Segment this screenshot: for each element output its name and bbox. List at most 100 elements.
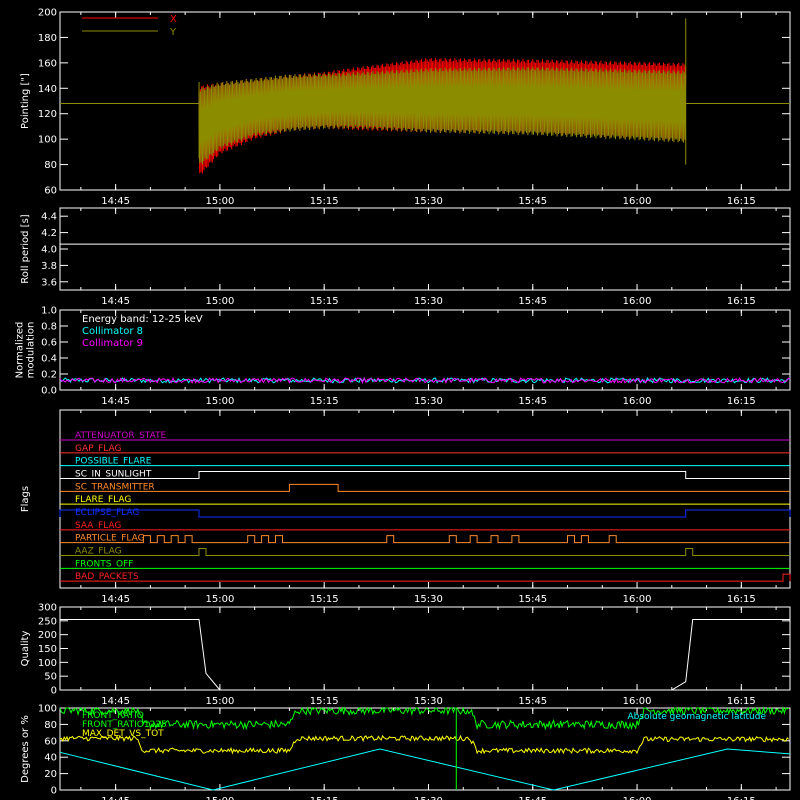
flags-xtick-label: 16:00 [623,594,652,605]
ratios-xtick-label: 14:45 [101,796,130,800]
roll-xtick-label: 15:15 [310,296,339,307]
quality-xtick-label: 16:15 [727,696,756,707]
quality-ytick-label: 0 [51,686,57,697]
flag-line-particle-flag [60,535,790,544]
ratios-xtick-label: 15:00 [205,796,234,800]
ratios-legend-2: MAX_DET_VS_TOT [82,729,164,739]
quality-ytick-label: 200 [38,630,57,641]
ratios-xtick-label: 15:45 [518,796,547,800]
pointing-xtick-label: 14:45 [101,196,130,207]
modulation-xtick-label: 15:15 [310,396,339,407]
flag-label-bad-packets: BAD_PACKETS [75,572,139,582]
flag-label-particle-flag: PARTICLE_FLAG [75,534,145,544]
modulation-ytick-label: 0.0 [41,386,57,397]
flag-label-possible-flare: POSSIBLE_FLARE [75,457,152,467]
ratios-xtick-label: 15:15 [310,796,339,800]
flag-line-aaz-flag [60,548,790,556]
flag-label-fronts-off: FRONTS_OFF [75,559,133,569]
quality-ytick-label: 50 [44,672,57,683]
roll-xtick-label: 15:30 [414,296,443,307]
roll-xtick-label: 16:00 [623,296,652,307]
flag-label-gap-flag: GAP_FLAG [75,444,121,454]
flag-label-flare-flag: FLARE_FLAG [75,495,131,505]
modulation-ytick-label: 0.2 [41,370,57,381]
flags-xtick-label: 15:45 [518,594,547,605]
roll-xtick-label: 14:45 [101,296,130,307]
pointing-xtick-label: 15:30 [414,196,443,207]
pointing-xtick-label: 15:45 [518,196,547,207]
roll-ylabel: Roll period [s] [20,214,31,283]
modulation-xtick-label: 16:00 [623,396,652,407]
flags-xtick-label: 14:45 [101,594,130,605]
modulation-xtick-label: 15:30 [414,396,443,407]
quality-ylabel: Quality [20,631,31,667]
flag-label-attenuator-state: ATTENUATOR_STATE [75,431,167,441]
ratios-series-absolute-geomagnetic-latitude [59,748,791,791]
roll-ytick-label: 3.8 [41,261,57,272]
pointing-series-y [198,66,687,165]
quality-xtick-label: 15:15 [310,696,339,707]
flags-xtick-label: 15:15 [310,594,339,605]
modulation-legend-0: Energy band: 12-25 keV [82,314,203,325]
pointing-xtick-label: 16:00 [623,196,652,207]
modulation-legend-1: Collimator 8 [82,326,143,337]
pointing-xtick-label: 15:00 [205,196,234,207]
flag-line-bad-packets [60,573,791,582]
modulation-ytick-label: 1.0 [41,306,57,317]
chart-root: 14:45 15:00 15:15 15:30 15:45 16:00 16:15 60 80 1… [0,0,800,800]
flag-label-sc-in-sunlight: SC_IN_SUNLIGHT [75,470,152,480]
pointing-ytick-label: 80 [44,160,57,171]
roll-frame [59,207,791,291]
flags-xtick-label: 15:30 [414,594,443,605]
chart-canvas: 14:45 15:00 15:15 15:30 15:45 16:00 16:15 60 80 1… [15,8,791,800]
quality-ytick-label: 100 [38,658,57,669]
legend-label-y: Y [169,27,177,38]
flag-line-sc-transmitter [60,483,790,492]
ratios-xtick-label: 16:00 [623,796,652,800]
roll-ytick-label: 3.6 [41,277,57,288]
pointing-ytick-label: 160 [38,58,57,69]
modulation-xtick-label: 14:45 [101,396,130,407]
ratios-ytick-label: 20 [44,769,57,780]
quality-ytick-label: 250 [38,616,57,627]
ratios-ytick-label: 40 [44,753,57,764]
legend-label-x: X [170,14,177,25]
modulation-ytick-label: 0.8 [41,322,57,333]
quality-xtick-label: 14:45 [101,696,130,707]
ratios-legend-3: Absolute geomagnetic latitude [627,712,766,722]
flags-frame [59,409,791,589]
quality-xtick-label: 15:30 [414,696,443,707]
roll-ytick-label: 4.0 [41,245,57,256]
flags-xtick-label: 15:00 [205,594,234,605]
flag-label-saa-flag: SAA_FLAG [75,521,121,531]
modulation-xtick-label: 15:45 [518,396,547,407]
flags-xtick-label: 16:15 [727,594,756,605]
flags-ylabel: Flags [20,486,31,512]
pointing-ytick-label: 180 [38,33,57,44]
pointing-ytick-label: 60 [44,186,57,197]
modulation-xtick-label: 15:00 [205,396,234,407]
quality-line [60,619,790,691]
flag-label-sc-transmitter: SC_TRANSMITTER [75,482,155,492]
flag-label-aaz-flag: AAZ_FLAG [75,547,122,557]
roll-xtick-label: 15:45 [518,296,547,307]
pointing-ytick-label: 200 [38,8,57,19]
roll-ytick-label: 4.4 [41,212,57,223]
modulation-ytick-label: 0.6 [41,338,57,349]
pointing-xtick-label: 16:15 [727,196,756,207]
ratios-series-max-det-vs-tot [59,734,789,755]
flag-line-sc-in-sunlight [60,471,790,479]
pointing-ylabel: Pointing ["] [20,73,31,129]
pointing-ytick-label: 100 [38,135,57,146]
ratios-xtick-label: 15:30 [414,796,443,800]
quality-ytick-label: 300 [38,603,57,614]
ratios-ytick-label: 100 [38,704,57,715]
flag-label-eclipse-flag: ECLIPSE_FLAG [75,508,139,518]
ratios-ytick-label: 60 [44,736,57,747]
modulation-legend-2: Collimator 9 [82,338,143,349]
pointing-xtick-label: 15:15 [310,196,339,207]
roll-xtick-label: 16:15 [727,296,756,307]
roll-xtick-label: 15:00 [205,296,234,307]
ratios-ytick-label: 80 [44,720,57,731]
pointing-ytick-label: 120 [38,109,57,120]
